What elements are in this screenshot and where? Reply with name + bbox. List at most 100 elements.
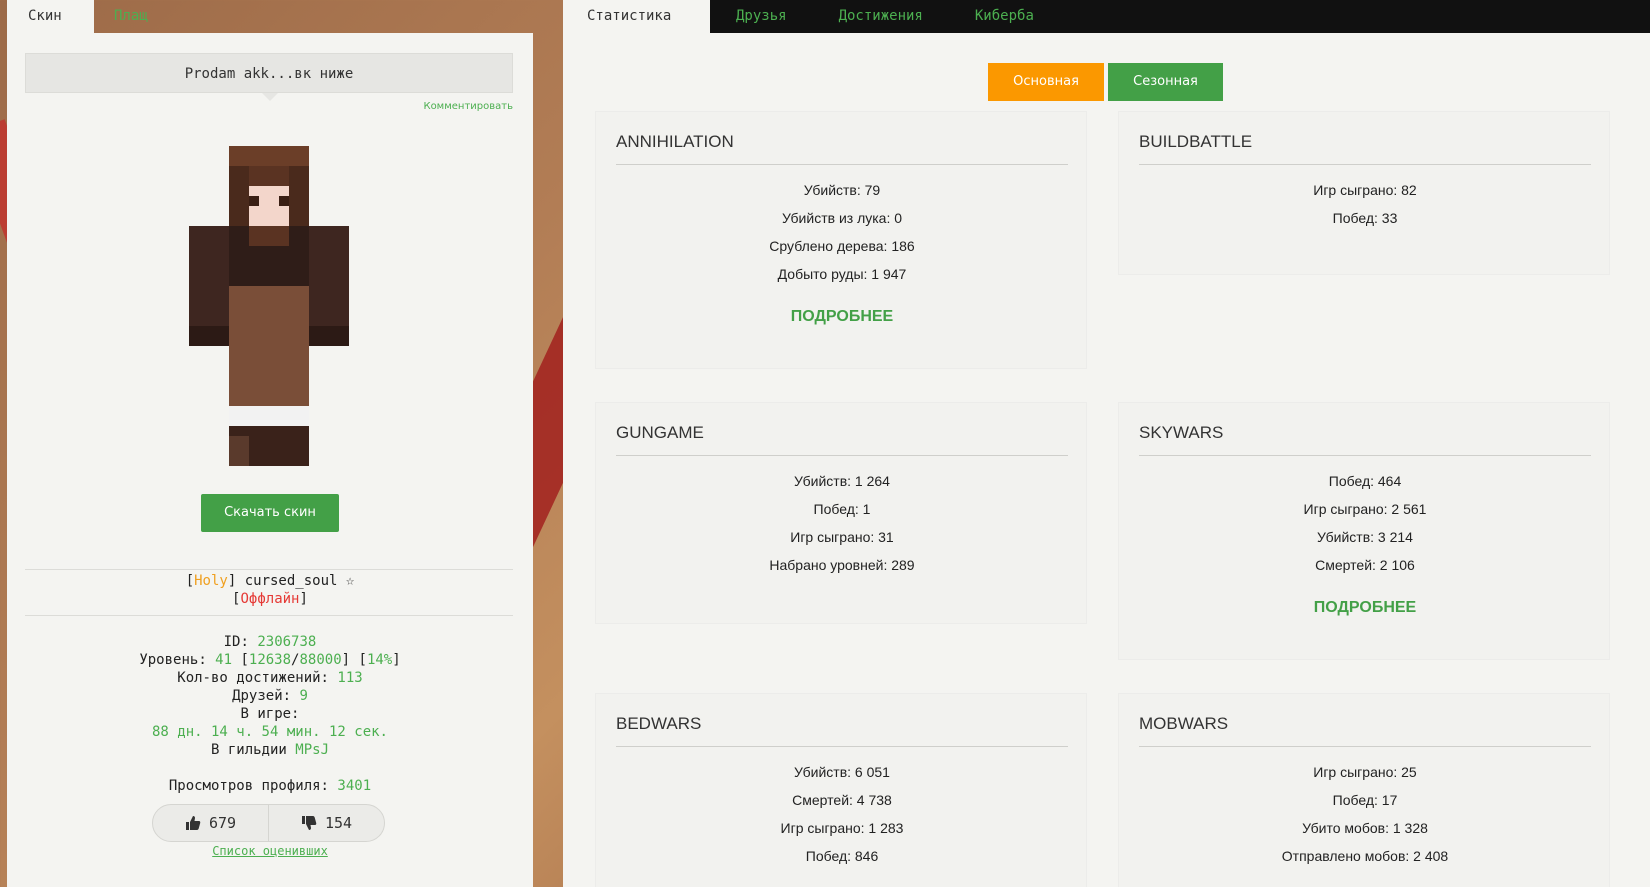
- player-name: [Holy] cursed_soul ☆: [7, 573, 533, 589]
- stat-line: Убийств: 79: [803, 182, 881, 198]
- online-status: Оффлайн: [240, 591, 300, 607]
- label: ID:: [223, 634, 258, 650]
- tab-statistics[interactable]: Статистика: [563, 0, 710, 33]
- card-title: BUILDBATTLE: [1139, 132, 1253, 151]
- comment-link[interactable]: Комментировать: [423, 101, 513, 112]
- stat-card-skywars: SKYWARS Побед: 464 Игр сыграно: 2 561 Уб…: [1118, 402, 1610, 660]
- info-ingame-time: 88 дн. 14 ч. 54 мин. 12 сек.: [151, 724, 388, 740]
- stat-line: Добыто руды: 1 947: [777, 266, 907, 282]
- value: 88000: [299, 652, 342, 668]
- stat-line: Смертей: 2 106: [1315, 557, 1415, 573]
- stat-line: Побед: 17: [1332, 792, 1398, 808]
- stat-line: Убийств: 6 051: [794, 764, 890, 780]
- tab-friends[interactable]: Друзья: [710, 0, 813, 33]
- divider: [1139, 746, 1591, 747]
- label: Кол-во достижений:: [177, 670, 338, 686]
- divider: [616, 746, 1068, 747]
- value: 3401: [337, 778, 372, 794]
- vote-group: 679 154: [152, 804, 385, 842]
- more-link[interactable]: ПОДРОБНЕЕ: [1119, 599, 1611, 617]
- player-info: ID: 2306738 Уровень: 41 [12638/88000] [1…: [7, 633, 533, 795]
- stat-line: Побед: 846: [805, 848, 879, 864]
- card-title: BEDWARS: [616, 714, 702, 733]
- tab-achievements[interactable]: Достижения: [813, 0, 949, 33]
- download-skin-button[interactable]: Скачать скин: [201, 494, 339, 532]
- skin-preview: [189, 146, 349, 466]
- mode-main-button[interactable]: Основная: [988, 63, 1104, 101]
- divider: [616, 164, 1068, 165]
- thumbs-up-icon: [185, 816, 201, 830]
- label: В гильдии: [210, 742, 296, 758]
- punct: [: [232, 652, 249, 668]
- label: Друзей:: [232, 688, 300, 704]
- stat-line: Срублено дерева: 186: [769, 238, 915, 254]
- label: Уровень:: [139, 652, 216, 668]
- guild-link[interactable]: MPsJ: [295, 742, 329, 758]
- info-friends: Друзей: 9: [7, 687, 533, 705]
- stat-line: Убийств: 3 214: [1317, 529, 1413, 545]
- stat-line: Игр сыграно: 2 561: [1303, 501, 1427, 517]
- info-id: ID: 2306738: [7, 633, 533, 651]
- guild-tag: Holy: [194, 573, 228, 589]
- divider: [25, 569, 513, 570]
- stat-line: Смертей: 4 738: [792, 792, 892, 808]
- info-achievements: Кол-во достижений: 113: [7, 669, 533, 687]
- stat-line: Побед: 464: [1328, 473, 1402, 489]
- status-bracket: ]: [299, 591, 308, 607]
- divider: [25, 615, 513, 616]
- left-tabs: Скин Плащ: [7, 0, 168, 33]
- stat-line: Игр сыграно: 31: [790, 529, 894, 545]
- value: 14%: [366, 652, 393, 668]
- like-button[interactable]: 679: [153, 805, 268, 841]
- stat-card-annihilation: ANNIHILATION Убийств: 79 Убийств из лука…: [595, 111, 1087, 369]
- info-level: Уровень: 41 [12638/88000] [14%]: [7, 651, 533, 669]
- stat-line: Убийств из лука: 0: [781, 210, 903, 226]
- stat-line: Игр сыграно: 25: [1313, 764, 1417, 780]
- value: 9: [299, 688, 308, 704]
- tab-skin[interactable]: Скин: [7, 0, 94, 33]
- card-title: GUNGAME: [616, 423, 704, 442]
- mode-season-button[interactable]: Сезонная: [1108, 63, 1223, 101]
- stat-line: Игр сыграно: 1 283: [780, 820, 904, 836]
- punct: ]: [392, 652, 401, 668]
- stat-line: Побед: 1: [813, 501, 871, 517]
- player-status: [Оффлайн]: [7, 591, 533, 607]
- tab-cape[interactable]: Плащ: [94, 0, 168, 33]
- thumbs-down-icon: [301, 816, 317, 830]
- right-tabs: Статистика Друзья Достижения Киберба: [563, 0, 1060, 33]
- stat-card-mobwars: MOBWARS Игр сыграно: 25 Побед: 17 Убито …: [1118, 693, 1610, 887]
- player-nickname: cursed_soul ☆: [236, 573, 355, 589]
- profile-panel: Prodam akk...вк ниже Комментировать Скач…: [7, 33, 533, 887]
- more-link[interactable]: ПОДРОБНЕЕ: [596, 308, 1088, 326]
- statistics-panel: Основная Сезонная ANNIHILATION Убийств: …: [563, 33, 1650, 887]
- stat-line: Побед: 33: [1332, 210, 1398, 226]
- card-title: MOBWARS: [1139, 714, 1229, 733]
- stat-line: Убито мобов: 1 328: [1302, 820, 1428, 836]
- value: 113: [337, 670, 363, 686]
- stat-line: Отправлено мобов: 2 408: [1281, 848, 1449, 864]
- guild-bracket: [: [185, 573, 195, 589]
- card-title: ANNIHILATION: [616, 132, 734, 151]
- stat-card-bedwars: BEDWARS Убийств: 6 051 Смертей: 4 738 Иг…: [595, 693, 1087, 887]
- value: 41: [215, 652, 233, 668]
- stat-card-buildbattle: BUILDBATTLE Игр сыграно: 82 Побед: 33: [1118, 111, 1610, 275]
- stat-card-gungame: GUNGAME Убийств: 1 264 Побед: 1 Игр сыгр…: [595, 402, 1087, 624]
- voters-list-link[interactable]: Список оценивших: [7, 844, 533, 858]
- divider: [1139, 164, 1591, 165]
- info-ingame-label: В игре:: [240, 706, 300, 722]
- like-count: 679: [208, 814, 237, 832]
- value: 12638: [248, 652, 292, 668]
- divider: [1139, 455, 1591, 456]
- info-views: Просмотров профиля: 3401: [7, 777, 533, 795]
- status-comment: Prodam akk...вк ниже: [25, 53, 513, 101]
- stat-line: Убийств: 1 264: [794, 473, 890, 489]
- punct: ] [: [341, 652, 367, 668]
- dislike-count: 154: [324, 814, 353, 832]
- stat-line: Набрано уровней: 289: [769, 557, 915, 573]
- divider: [616, 455, 1068, 456]
- dislike-button[interactable]: 154: [268, 805, 384, 841]
- info-guild: В гильдии MPsJ: [7, 741, 533, 759]
- value: 2306738: [257, 634, 317, 650]
- tab-cyberbar[interactable]: Киберба: [949, 0, 1060, 33]
- label: Просмотров профиля:: [168, 778, 338, 794]
